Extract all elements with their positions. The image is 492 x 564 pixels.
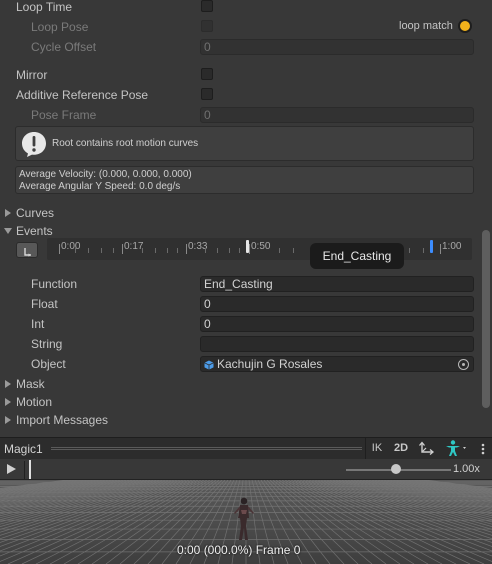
motion-label: Motion (16, 395, 53, 409)
additive-pose-checkbox[interactable] (201, 88, 213, 100)
cycle-offset-field[interactable]: 0 (200, 39, 474, 55)
event-timeline[interactable]: 0:00 0:17 0:33 0:50 1:00 (47, 238, 472, 260)
warning-text: Root contains root motion curves (52, 138, 199, 149)
pose-frame-row: Pose Frame 0 (0, 105, 480, 125)
object-row: Object Kachujin G Rosales (0, 354, 480, 374)
additive-pose-row: Additive Reference Pose (0, 85, 480, 105)
speed-slider-thumb[interactable] (391, 464, 401, 474)
int-label: Int (31, 317, 45, 331)
loop-pose-label: Loop Pose (31, 20, 89, 34)
prefab-icon (204, 359, 214, 370)
speed-value: 1.00x (453, 463, 480, 475)
preview-viewport[interactable]: 0:00 (000.0%) Frame 0 (0, 480, 492, 564)
object-value: Kachujin G Rosales (217, 357, 323, 371)
curves-foldout-arrow-icon (5, 209, 11, 217)
mirror-checkbox[interactable] (201, 68, 213, 80)
pivot-toggle-button[interactable] (416, 441, 438, 457)
object-label: Object (31, 357, 66, 371)
int-field[interactable]: 0 (200, 316, 474, 332)
root-motion-warning: Root contains root motion curves (15, 126, 474, 161)
string-row: String (0, 334, 480, 354)
loop-pose-checkbox[interactable] (201, 20, 213, 32)
timeline-tick-label: 1:00 (442, 241, 462, 252)
events-label: Events (16, 224, 53, 238)
cycle-offset-label: Cycle Offset (31, 40, 97, 54)
playhead[interactable] (29, 460, 31, 479)
timeline-event-marker-selected[interactable] (430, 240, 433, 253)
timeline-tick-label: 0:50 (251, 241, 271, 252)
playback-bar: 1.00x (0, 459, 492, 480)
add-event-icon (22, 246, 32, 257)
inspector-scrollbar[interactable] (482, 230, 490, 408)
loop-match-indicator-icon (458, 19, 472, 33)
avatar-selector-button[interactable] (440, 438, 470, 459)
object-picker-icon[interactable] (458, 359, 469, 370)
object-field[interactable]: Kachujin G Rosales (200, 356, 474, 372)
curves-label: Curves (16, 206, 55, 220)
mask-label: Mask (16, 377, 45, 391)
float-label: Float (31, 297, 58, 311)
function-label: Function (31, 277, 78, 291)
cycle-offset-row: Cycle Offset 0 (0, 37, 480, 57)
mask-foldout[interactable]: Mask (0, 374, 480, 394)
timeline-tick-label: 0:00 (61, 241, 81, 252)
curves-foldout[interactable]: Curves (0, 203, 480, 223)
import-messages-label: Import Messages (16, 413, 109, 427)
loop-time-row: Loop Time (0, 0, 480, 17)
mask-foldout-arrow-icon (5, 380, 11, 388)
timeline-tick-label: 0:17 (124, 241, 144, 252)
warning-icon (21, 131, 47, 157)
timeline-event-marker-white[interactable] (246, 240, 249, 253)
event-tooltip: End_Casting (310, 243, 404, 269)
loop-pose-row: Loop Pose loop match (0, 17, 480, 37)
average-angular-speed: Average Angular Y Speed: 0.0 deg/s (19, 181, 181, 192)
loop-time-checkbox[interactable] (201, 0, 213, 12)
preview-drag-handle[interactable] (51, 447, 362, 450)
more-options-icon[interactable] (478, 442, 488, 456)
avatar-figure-icon (446, 440, 466, 456)
pivot-icon (419, 441, 435, 455)
string-field[interactable] (200, 336, 474, 352)
function-field[interactable]: End_Casting (200, 276, 474, 292)
play-icon[interactable] (7, 464, 16, 474)
pose-frame-field[interactable]: 0 (200, 107, 474, 123)
float-row: Float 0 (0, 294, 480, 314)
string-label: String (31, 337, 63, 351)
motion-stats-box: Average Velocity: (0.000, 0.000, 0.000) … (15, 166, 474, 194)
motion-foldout-arrow-icon (5, 398, 11, 406)
pose-frame-label: Pose Frame (31, 108, 97, 122)
int-row: Int 0 (0, 314, 480, 334)
mirror-label: Mirror (16, 68, 48, 82)
2d-toggle-button[interactable]: 2D (390, 438, 412, 458)
average-velocity: Average Velocity: (0.000, 0.000, 0.000) (19, 169, 192, 180)
preview-status: 0:00 (000.0%) Frame 0 (177, 543, 301, 557)
float-field[interactable]: 0 (200, 296, 474, 312)
import-messages-foldout-arrow-icon (5, 416, 11, 424)
preview-header: Magic1 IK 2D (0, 437, 492, 459)
import-messages-foldout[interactable]: Import Messages (0, 410, 480, 430)
loop-match-label: loop match (399, 20, 453, 32)
add-event-button[interactable] (16, 242, 38, 258)
function-row: Function End_Casting (0, 274, 480, 294)
ik-toggle-button[interactable]: IK (367, 438, 387, 458)
mirror-row: Mirror (0, 65, 480, 85)
character-model-icon (232, 496, 256, 542)
events-foldout-arrow-icon (4, 228, 12, 234)
loop-time-label: Loop Time (16, 0, 73, 14)
preview-title: Magic1 (4, 442, 43, 456)
motion-foldout[interactable]: Motion (0, 392, 480, 412)
additive-pose-label: Additive Reference Pose (16, 88, 149, 102)
